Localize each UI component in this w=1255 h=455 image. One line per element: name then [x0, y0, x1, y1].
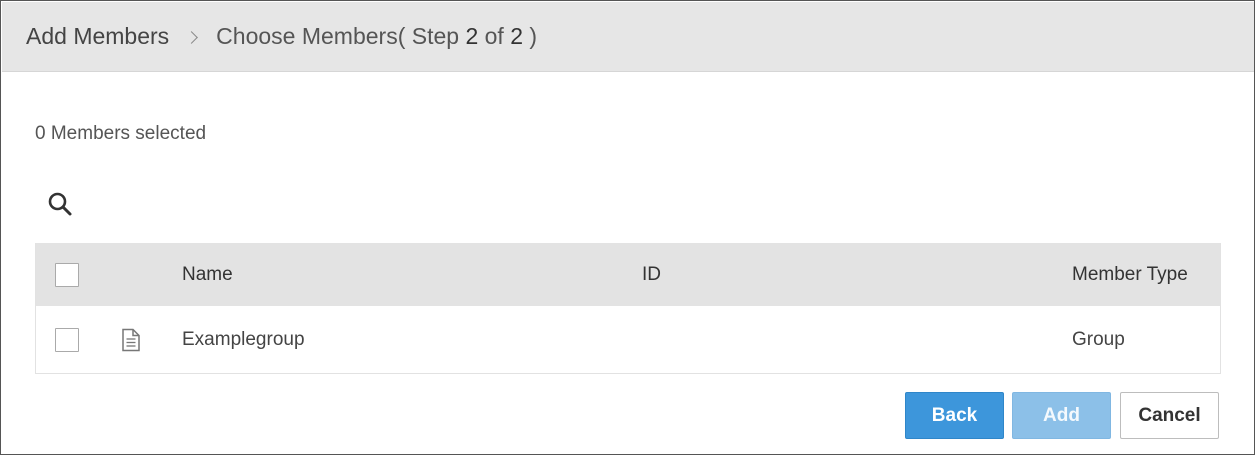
breadcrumb-total: 2	[510, 23, 524, 49]
column-header-id[interactable]: ID	[642, 264, 661, 286]
table-header: Name ID Member Type	[36, 243, 1220, 306]
row-checkbox[interactable]	[55, 327, 79, 352]
column-header-name[interactable]: Name	[182, 264, 233, 286]
search-icon	[48, 192, 72, 216]
table-row[interactable]: Examplegroup Group	[36, 306, 1220, 373]
breadcrumb-current: Choose Members( Step 2 of 2 )	[216, 23, 537, 50]
row-name: Examplegroup	[182, 328, 305, 350]
breadcrumb-current-suffix: )	[523, 23, 538, 49]
selected-count: 0 Members selected	[35, 123, 207, 144]
chevron-right-icon	[185, 31, 199, 44]
breadcrumb-root[interactable]: Add Members	[26, 23, 169, 50]
dialog-frame: Add Members Choose Members( Step 2 of 2 …	[0, 0, 1255, 455]
breadcrumb-of: of	[478, 23, 511, 49]
dialog-header: Add Members Choose Members( Step 2 of 2 …	[2, 2, 1254, 72]
add-button[interactable]: Add	[1012, 392, 1111, 439]
column-header-member-type[interactable]: Member Type	[1072, 264, 1188, 286]
back-button[interactable]: Back	[905, 392, 1004, 439]
breadcrumb-step: 2	[465, 23, 479, 49]
document-icon	[120, 328, 142, 352]
search-button[interactable]	[47, 191, 77, 221]
breadcrumb-current-prefix: Choose Members( Step	[216, 23, 466, 49]
select-all-checkbox[interactable]	[55, 262, 79, 287]
members-table: Name ID Member Type Examplegroup Group	[35, 243, 1221, 374]
cancel-button[interactable]: Cancel	[1120, 392, 1219, 439]
row-member-type: Group	[1072, 328, 1125, 350]
